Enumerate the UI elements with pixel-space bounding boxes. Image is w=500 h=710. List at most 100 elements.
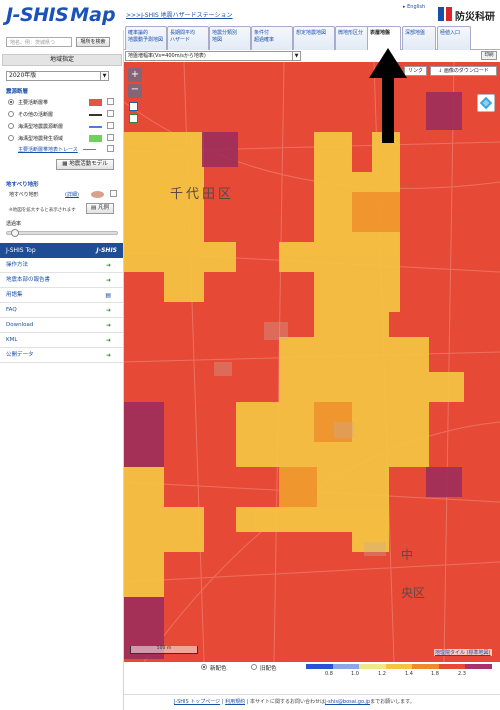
- landslide-row[interactable]: 地すべり地形 (詳細): [9, 190, 119, 199]
- tab-by-category[interactable]: 地震分類別 地図: [209, 26, 251, 50]
- radio-button[interactable]: [8, 135, 14, 141]
- scale-tick: 2.3: [458, 671, 466, 677]
- scale-tick: 1.0: [351, 671, 359, 677]
- eq-model-button-label: 地震活動モデル: [69, 161, 108, 167]
- year-select-value: 2020年版: [9, 72, 37, 79]
- nav-item-howto[interactable]: 操作方法 ➜: [0, 258, 123, 273]
- arrow-right-icon: ➜: [105, 307, 111, 314]
- landslide-checkbox[interactable]: [110, 190, 117, 197]
- nav-item-kml[interactable]: KML ➜: [0, 333, 123, 348]
- nav-item-reports[interactable]: 地震本部の報告書 ➜: [0, 273, 123, 288]
- opacity-label: 透過率: [6, 221, 22, 227]
- opacity-slider[interactable]: [6, 229, 118, 237]
- chevron-down-icon: ▼: [292, 52, 300, 60]
- scale-tick: 1.8: [431, 671, 439, 677]
- arrow-right-icon: ➜: [105, 322, 111, 329]
- scale-color-2: [359, 664, 386, 669]
- fault-option-major[interactable]: 主要活断層帯: [6, 98, 118, 108]
- checkbox[interactable]: [107, 98, 114, 105]
- year-select[interactable]: 2020年版 ▼: [6, 71, 109, 81]
- ward-label-top: 中: [401, 548, 414, 562]
- tab-probabilistic[interactable]: 確率論的 地震動予測地図: [125, 26, 167, 50]
- footer-top-link[interactable]: J-SHIS トップページ: [174, 699, 220, 705]
- tab-scenario[interactable]: 想定地震地図: [293, 26, 335, 50]
- annotation-arrow-icon: [369, 48, 407, 143]
- new-palette-label: 新配色: [210, 666, 227, 672]
- image-download-label: 画像のダウンロード: [443, 68, 489, 74]
- nav-item-label: 用語集: [6, 292, 23, 298]
- zoom-out-button[interactable]: −: [128, 84, 142, 98]
- nav-item-faq[interactable]: FAQ ➜: [0, 303, 123, 318]
- map-layer-select[interactable]: 地盤増幅率(Vs=400m/sから地表) ▼: [125, 51, 301, 61]
- fault-line-swatch: [89, 126, 102, 128]
- layer-toggle-icon[interactable]: [129, 114, 138, 123]
- checkbox[interactable]: [107, 122, 114, 129]
- fault-option-label: その他の活断層: [18, 112, 54, 118]
- footer-text: 本サイトに関するお問い合わせは: [249, 699, 325, 705]
- tab-extreme[interactable]: 極値入口: [437, 26, 471, 50]
- radio-button[interactable]: [8, 99, 14, 105]
- footer: J-SHIS トップページ | 利用規約 | 本サイトに関するお問い合わせはj-…: [174, 699, 415, 705]
- district-label: 千代田区: [170, 187, 235, 202]
- scale-tick: 0.8: [325, 671, 333, 677]
- tab-surface-ground[interactable]: 表層地盤: [367, 26, 401, 50]
- checkbox[interactable]: [107, 134, 114, 141]
- amplification-color-scale: [306, 664, 493, 669]
- checkbox[interactable]: [107, 110, 114, 117]
- j-shis-map-logo[interactable]: J-SHIS Map: [6, 4, 118, 26]
- fault-option-trench-source[interactable]: 海溝型地震震源断層: [6, 122, 118, 132]
- scale-color-5: [438, 664, 466, 669]
- nav-item-public-data[interactable]: 公開データ ➜: [0, 348, 123, 363]
- legend-button[interactable]: ▤ 凡例: [86, 203, 114, 214]
- place-search-button[interactable]: 場所を検索: [76, 37, 110, 47]
- print-button[interactable]: 印刷: [481, 51, 497, 60]
- book-icon: ▤: [105, 292, 111, 299]
- fault-color-swatch: [89, 99, 102, 106]
- layers-icon[interactable]: [477, 94, 495, 112]
- radio-button[interactable]: [251, 664, 257, 670]
- english-link[interactable]: ▸ English: [403, 4, 425, 10]
- landslide-note: ※地図を拡大すると表示されます: [9, 208, 76, 213]
- nied-mark-icon: [438, 7, 452, 21]
- radio-button[interactable]: [8, 111, 14, 117]
- arrow-right-icon: ➜: [105, 277, 111, 284]
- footer-divider: [124, 694, 500, 695]
- landslide-detail-link[interactable]: (詳細): [65, 191, 79, 198]
- scale-color-4: [412, 664, 439, 669]
- fault-option-label: 海溝型地震発生領域: [18, 136, 64, 142]
- footer-email-link[interactable]: j-shis@bosai.go.jp: [325, 699, 370, 705]
- locate-icon[interactable]: [129, 102, 138, 111]
- nav-brand: J-SHIS: [96, 247, 117, 254]
- image-download-button[interactable]: ↓ 画像のダウンロード: [430, 66, 497, 76]
- radio-button[interactable]: [201, 664, 207, 670]
- zoom-in-button[interactable]: +: [128, 68, 142, 82]
- chevron-down-icon: ▼: [100, 72, 108, 80]
- landslide-label: 地すべり地形: [9, 192, 39, 198]
- nied-name: 防災科研: [455, 12, 495, 23]
- nav-item-glossary[interactable]: 用語集 ▤: [0, 288, 123, 303]
- place-search-input[interactable]: 地名、例：茨城県つ: [6, 37, 72, 47]
- eq-model-button[interactable]: ▦ 地震活動モデル: [56, 159, 114, 170]
- tile-source-link[interactable]: 地理院タイル (標準地図): [434, 649, 492, 656]
- trace-checkbox[interactable]: [107, 145, 114, 152]
- fault-trace-link[interactable]: 主要活断層帯地表トレース: [18, 146, 78, 153]
- fault-option-other[interactable]: その他の活断層: [6, 110, 118, 120]
- opacity-slider-handle[interactable]: [11, 229, 19, 237]
- tab-deep-ground[interactable]: 深部地盤: [402, 26, 436, 50]
- nied-logo[interactable]: 防災科研: [437, 5, 495, 25]
- legend-icon: ▤: [91, 205, 97, 211]
- landslide-section-title: 地すべり地形: [6, 182, 39, 188]
- fault-option-trench-area[interactable]: 海溝型地震発生領域: [6, 134, 118, 144]
- arrow-right-icon: ➜: [105, 337, 111, 344]
- tab-long-term[interactable]: 長期間平均 ハザード: [167, 26, 209, 50]
- nav-item-download[interactable]: Download ➜: [0, 318, 123, 333]
- nav-top[interactable]: J-SHIS Top J-SHIS: [0, 243, 123, 258]
- hazard-map[interactable]: + − リンク ↓ 画像のダウンロード 千代田区 中 央区 500 m 地理院タ…: [124, 62, 500, 662]
- hazard-station-link[interactable]: >>>J-SHIS 地震ハザードステーション: [126, 10, 233, 19]
- tab-conditional[interactable]: 条件付 超過確率: [251, 26, 293, 50]
- nav-item-label: 操作方法: [6, 262, 29, 268]
- footer-terms-link[interactable]: 利用規約: [225, 699, 245, 705]
- radio-button[interactable]: [8, 123, 14, 129]
- fault-option-label: 海溝型地震震源断層: [18, 124, 64, 130]
- scale-color-1: [332, 664, 360, 669]
